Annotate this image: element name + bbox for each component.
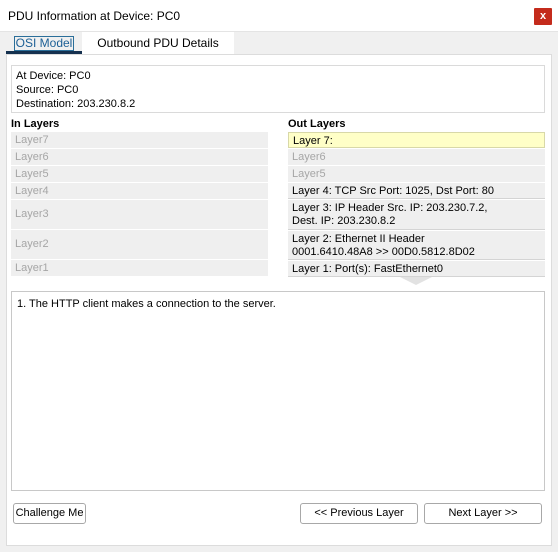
tab-osi-model-label: OSI Model: [13, 36, 75, 51]
in-layer-5[interactable]: Layer5: [11, 166, 268, 182]
out-layer-7[interactable]: Layer 7:: [288, 132, 545, 148]
out-layers-header: Out Layers: [288, 118, 346, 130]
device-label: At Device: PC0: [16, 70, 91, 82]
tab-strip: OSI Model Outbound PDU Details: [6, 32, 552, 54]
destination-label: Destination: 203.230.8.2: [16, 98, 136, 110]
next-layer-button[interactable]: Next Layer >>: [424, 503, 542, 524]
in-layer-4[interactable]: Layer4: [11, 183, 268, 199]
osi-model-panel: At Device: PC0 Source: PC0 Destination: …: [6, 54, 552, 546]
out-layer-6[interactable]: Layer6: [288, 149, 545, 165]
out-layer-3-line-2: Dest. IP: 203.230.8.2: [292, 215, 396, 227]
down-arrow-icon: [400, 277, 432, 285]
out-layer-5[interactable]: Layer5: [288, 166, 545, 182]
tab-outbound-pdu-details[interactable]: Outbound PDU Details: [82, 32, 234, 54]
window-title: PDU Information at Device: PC0: [8, 9, 181, 23]
out-layer-2[interactable]: Layer 2: Ethernet II Header 0001.6410.48…: [288, 231, 545, 260]
out-layer-6-label: Layer6: [292, 151, 326, 163]
tab-osi-model[interactable]: OSI Model: [6, 32, 82, 54]
in-layer-3[interactable]: Layer3: [11, 200, 268, 229]
in-layer-2[interactable]: Layer2: [11, 230, 268, 259]
source-label: Source: PC0: [16, 84, 79, 96]
out-layer-7-label: Layer 7:: [293, 135, 333, 147]
in-layer-7[interactable]: Layer7: [11, 132, 268, 148]
previous-layer-button[interactable]: << Previous Layer: [300, 503, 418, 524]
device-info-box: At Device: PC0 Source: PC0 Destination: …: [11, 65, 545, 113]
out-layer-2-line-1: Layer 2: Ethernet II Header: [292, 233, 425, 245]
layer-description-text: 1. The HTTP client makes a connection to…: [17, 298, 276, 310]
in-layers-header: In Layers: [11, 118, 60, 130]
out-layer-2-line-2: 0001.6410.48A8 >> 00D0.5812.8D02: [292, 246, 475, 258]
out-layer-4[interactable]: Layer 4: TCP Src Port: 1025, Dst Port: 8…: [288, 183, 545, 199]
out-layer-3-line-1: Layer 3: IP Header Src. IP: 203.230.7.2,: [292, 202, 488, 214]
out-layer-3[interactable]: Layer 3: IP Header Src. IP: 203.230.7.2,…: [288, 200, 545, 230]
title-bar: PDU Information at Device: PC0 x: [0, 0, 558, 32]
out-layer-1[interactable]: Layer 1: Port(s): FastEthernet0: [288, 261, 545, 277]
layer-description-box: 1. The HTTP client makes a connection to…: [11, 291, 545, 491]
out-layer-4-label: Layer 4: TCP Src Port: 1025, Dst Port: 8…: [292, 185, 494, 197]
in-layer-1[interactable]: Layer1: [11, 260, 268, 276]
out-layer-1-label: Layer 1: Port(s): FastEthernet0: [292, 263, 444, 275]
close-button[interactable]: x: [534, 8, 552, 25]
out-layer-5-label: Layer5: [292, 168, 326, 180]
challenge-me-button[interactable]: Challenge Me: [13, 503, 86, 524]
in-layer-6[interactable]: Layer6: [11, 149, 268, 165]
